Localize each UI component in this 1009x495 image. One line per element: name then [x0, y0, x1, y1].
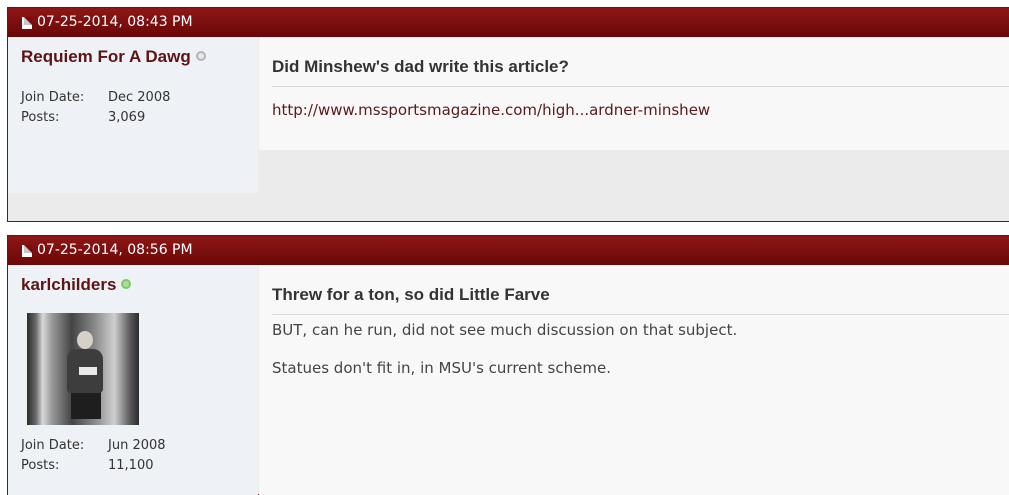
- post: 07-25-2014, 08:43 PM Requiem For A Dawg …: [7, 7, 1009, 222]
- post-date: 07-25-2014, 08:43 PM: [37, 14, 193, 30]
- post: 07-25-2014, 08:56 PM karlchilders Join D…: [7, 235, 1009, 495]
- post-title: Did Minshew's dad write this article?: [272, 57, 1009, 87]
- post-count-row: Posts: 11,100: [21, 458, 154, 473]
- username-link[interactable]: karlchilders: [21, 275, 132, 295]
- join-date-row: Join Date: Jun 2008: [21, 438, 166, 453]
- post-count-label: Posts:: [21, 458, 60, 473]
- avatar-paper: [79, 367, 97, 375]
- document-icon: [22, 16, 32, 29]
- post-count-row: Posts: 3,069: [21, 110, 145, 125]
- user-info-panel: karlchilders Join Date: Jun 2008 Posts: 11…: [8, 265, 258, 495]
- offline-status-icon: [195, 50, 206, 61]
- online-status-icon: [121, 278, 132, 289]
- post-body: http://www.mssportsmagazine.com/high...a…: [272, 101, 710, 119]
- user-info-panel: Requiem For A Dawg Join Date: Dec 2008 Po…: [8, 37, 258, 193]
- post-count-value: 3,069: [108, 110, 146, 125]
- avatar-head: [77, 331, 93, 349]
- post-header: 07-25-2014, 08:56 PM: [8, 236, 1009, 265]
- post-content: Did Minshew's dad write this article? ht…: [259, 37, 1009, 150]
- post-content: Threw for a ton, so did Little Farve BUT…: [259, 265, 1009, 495]
- avatar[interactable]: [27, 313, 139, 425]
- post-header: 07-25-2014, 08:43 PM: [8, 8, 1009, 37]
- username-link[interactable]: Requiem For A Dawg: [21, 47, 206, 67]
- username-text[interactable]: karlchilders: [21, 275, 116, 294]
- avatar-legs: [71, 391, 101, 419]
- document-icon: [22, 244, 32, 257]
- join-date-label: Join Date:: [21, 438, 85, 453]
- join-date-value: Jun 2008: [108, 438, 166, 453]
- post-title: Threw for a ton, so did Little Farve: [272, 285, 1009, 315]
- join-date-row: Join Date: Dec 2008: [21, 90, 170, 105]
- post-count-value: 11,100: [108, 458, 154, 473]
- username-text[interactable]: Requiem For A Dawg: [21, 47, 191, 66]
- avatar-figure: [65, 331, 105, 419]
- post-date: 07-25-2014, 08:56 PM: [37, 242, 193, 258]
- join-date-value: Dec 2008: [108, 90, 171, 105]
- post-count-label: Posts:: [21, 110, 60, 125]
- post-body-line: BUT, can he run, did not see much discus…: [272, 321, 738, 339]
- post-body-line: Statues don't fit in, in MSU's current s…: [272, 359, 611, 377]
- join-date-label: Join Date:: [21, 90, 85, 105]
- article-link[interactable]: http://www.mssportsmagazine.com/high...a…: [272, 101, 710, 119]
